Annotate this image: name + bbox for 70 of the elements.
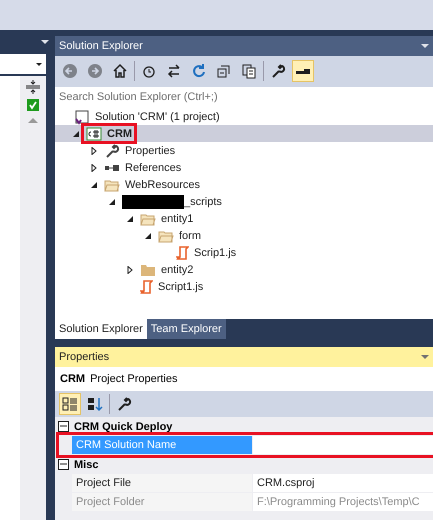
script-file-icon [140, 280, 153, 294]
property-value[interactable]: CRM.csproj [253, 474, 433, 492]
wrench-icon [104, 142, 120, 158]
forward-icon [87, 63, 103, 79]
collapsed-arrow-icon [90, 146, 98, 154]
wrench-icon [270, 63, 286, 79]
tree-item-label: form [179, 230, 201, 242]
collapse-toggle[interactable] [58, 421, 69, 432]
categorized-list-icon [62, 396, 78, 412]
object-type: Project Properties [90, 373, 178, 385]
tree-item-label: _scripts [184, 196, 222, 208]
tree-item-label: Solution 'CRM' (1 project) [95, 110, 220, 122]
tree-item-label: CRM [107, 128, 132, 140]
tree-item-label: Script1.js [158, 280, 204, 292]
split-icon [25, 78, 41, 94]
dropdown-arrow-icon [41, 40, 49, 44]
collapsed-arrow-icon [90, 164, 98, 172]
redaction-block [122, 194, 184, 208]
tree-item-label: References [125, 162, 182, 174]
expanded-arrow-icon [144, 232, 152, 240]
expanded-arrow-icon [90, 180, 98, 188]
collapse-toggle[interactable] [58, 459, 69, 470]
sync-arrows-icon [166, 63, 182, 79]
tree-row[interactable]: Script1.js [55, 278, 433, 295]
sort-icon [87, 396, 103, 412]
refresh-icon [191, 63, 207, 79]
toolbar-button[interactable] [292, 60, 314, 82]
tree-item-label: Scrip1.js [194, 246, 236, 258]
tab[interactable]: Team Explorer [146, 319, 226, 339]
toolbar-button[interactable] [59, 393, 81, 415]
scroll-up-icon [27, 116, 39, 124]
dropdown-arrow-icon [36, 62, 42, 66]
dropdown-arrow-icon [421, 354, 429, 360]
project-icon [86, 126, 102, 142]
dropdown-arrow-icon [421, 44, 429, 48]
tree-row[interactable]: References [55, 159, 433, 176]
panel-title: Solution Explorer [59, 40, 143, 52]
dropdown-field[interactable] [0, 54, 46, 74]
tree-row[interactable]: Solution 'CRM' (1 project) [55, 108, 433, 125]
tree-item-label: entity2 [161, 264, 194, 276]
tree-row[interactable]: CRM [55, 125, 433, 142]
tree-row[interactable]: Properties [55, 142, 433, 159]
panel-title: Properties [59, 351, 110, 363]
check-icon [26, 98, 40, 112]
collapsed-arrow-icon [126, 266, 134, 274]
home-icon [112, 63, 128, 79]
search-field[interactable]: Search Solution Explorer (Ctrl+;) [55, 86, 433, 107]
expanded-arrow-icon [72, 130, 80, 138]
tree-row[interactable]: entity2 [55, 261, 433, 278]
category-name: Misc [74, 458, 98, 470]
collapse-all-icon [216, 63, 232, 79]
scrollbar[interactable] [20, 76, 46, 520]
tab[interactable]: Solution Explorer [55, 319, 147, 339]
wrench-icon [116, 396, 132, 412]
tree-row[interactable]: Scrip1.js [55, 244, 433, 261]
object-name: CRM [60, 373, 86, 385]
tree-row[interactable]: entity1 [55, 210, 433, 227]
back-icon [62, 63, 78, 79]
tree-row[interactable]: _scripts [55, 193, 433, 210]
tree-row[interactable]: WebResources [55, 176, 433, 193]
tree-item-label: entity1 [161, 212, 194, 224]
property-name[interactable]: Project File [72, 474, 252, 492]
category-name: CRM Quick Deploy [74, 420, 172, 432]
expanded-arrow-icon [126, 214, 134, 222]
tree-item-label: Properties [125, 144, 176, 156]
tree-row[interactable]: form [55, 227, 433, 244]
pages-icon [241, 63, 257, 79]
script-file-icon [176, 246, 189, 260]
tree-item-label: WebResources [125, 178, 200, 190]
expanded-arrow-icon [108, 198, 116, 206]
